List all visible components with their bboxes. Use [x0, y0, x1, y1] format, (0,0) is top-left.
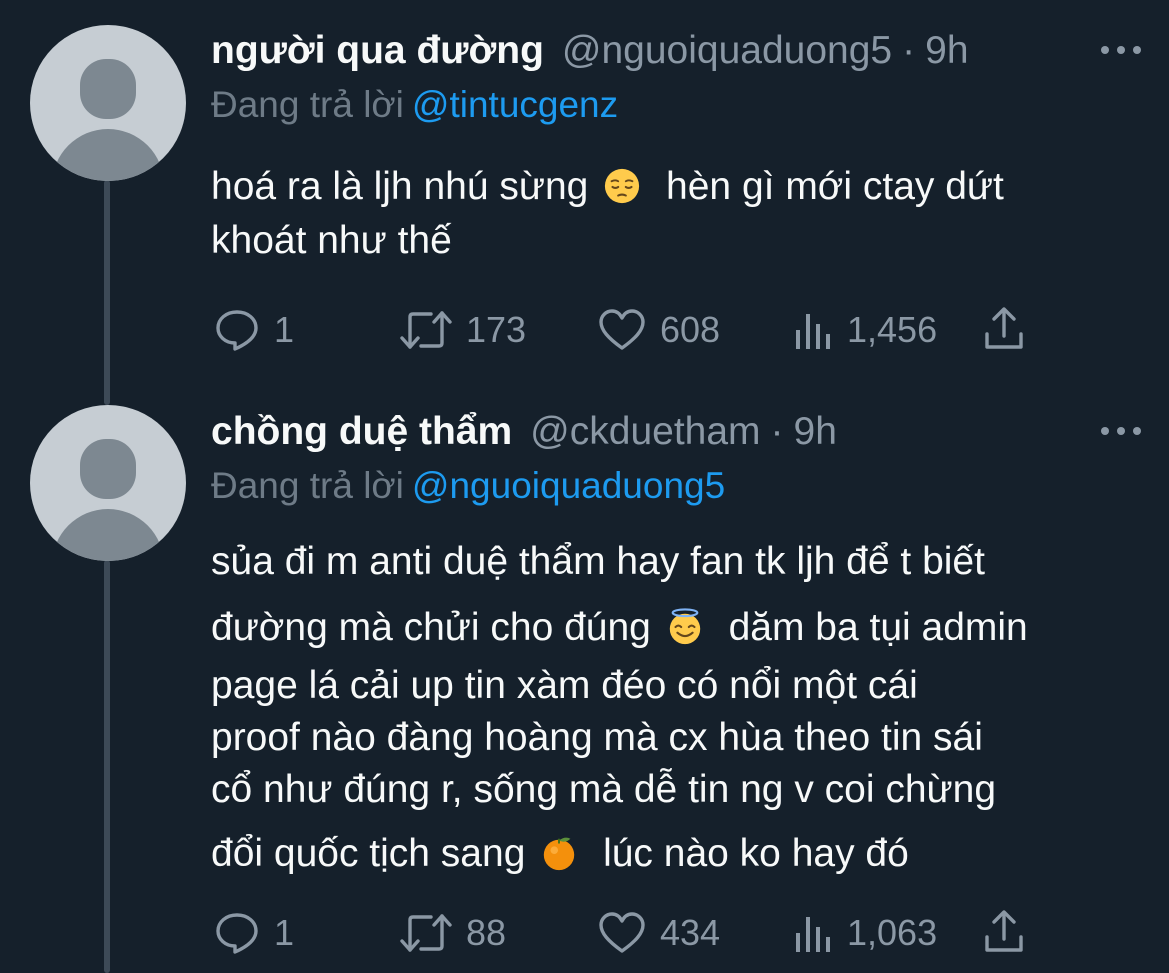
tweet-header: người qua đường @nguoiquaduong5 · 9h — [211, 26, 1141, 76]
tweet-text-line: proof nào đàng hoàng mà cx hùa theo tin … — [211, 716, 983, 759]
mention-link[interactable]: @tintucgenz — [412, 84, 618, 125]
like-count: 434 — [660, 912, 721, 953]
avatar[interactable] — [30, 25, 186, 181]
mention-link[interactable]: @nguoiquaduong5 — [412, 465, 725, 506]
tweet-header: chồng duệ thẩm @ckduetham · 9h — [211, 407, 1141, 457]
user-handle[interactable]: @ckduetham — [530, 407, 760, 457]
retweet-count: 173 — [466, 309, 527, 350]
tweet-text-part: đường mà chửi cho đúng — [211, 606, 651, 649]
share-upload-icon — [985, 307, 1023, 349]
retweet-button[interactable]: 173 — [400, 309, 526, 351]
thread-connector-line — [104, 180, 110, 405]
tweet-text-part: lúc nào ko hay đó — [603, 832, 909, 875]
bar-chart-icon — [796, 314, 830, 349]
more-dots-icon[interactable] — [1101, 421, 1141, 441]
display-name[interactable]: chồng duệ thẩm — [211, 407, 512, 457]
heart-icon — [599, 912, 645, 953]
like-count: 608 — [660, 309, 721, 350]
reply-count: 1 — [274, 309, 295, 350]
bar-chart-icon — [796, 917, 830, 952]
views-count: 1,456 — [847, 309, 938, 350]
tweet-text-part: đổi quốc tịch sang — [211, 832, 526, 875]
retweet-button[interactable]: 88 — [400, 912, 506, 954]
views-button[interactable]: 1,063 — [793, 911, 937, 955]
speech-bubble-icon — [216, 310, 258, 351]
retweet-arrows-icon — [400, 311, 452, 349]
tweet-text-line-with-emoji: đường mà chửi cho đúng dăm ba tụi admin — [211, 601, 1131, 659]
display-name[interactable]: người qua đường — [211, 26, 544, 76]
tweet-2: chồng duệ thẩm @ckduetham · 9h Đang trả … — [211, 407, 1141, 885]
tweet-1: người qua đường @nguoiquaduong5 · 9h Đan… — [211, 26, 1141, 268]
thread-connector-line — [104, 560, 110, 973]
tweet-text-part: khoát như thế — [211, 219, 452, 262]
heart-icon — [599, 309, 645, 350]
like-button[interactable]: 608 — [598, 308, 720, 352]
smiling-face-with-halo-emoji — [669, 608, 700, 645]
tweet-text-part: dăm ba tụi admin — [728, 606, 1028, 649]
replying-to: Đang trả lời @tintucgenz — [211, 80, 1141, 130]
tweet-text-part: hoá ra là ljh nhú sừng — [211, 165, 589, 208]
tweet-text: hoá ra là ljh nhú sừng hèn gì mới ctay d… — [211, 160, 1131, 268]
views-count: 1,063 — [847, 912, 938, 953]
separator-dot: · — [770, 410, 784, 453]
replying-to: Đang trả lời @nguoiquaduong5 — [211, 461, 1141, 511]
reply-button[interactable]: 1 — [214, 911, 294, 955]
user-handle[interactable]: @nguoiquaduong5 — [562, 26, 892, 76]
tweet-text-line-with-emoji: đổi quốc tịch sang lúc nào ko hay đó — [211, 827, 1131, 885]
tweet-text-part: hèn gì mới ctay dứt — [666, 165, 1004, 208]
share-button[interactable] — [983, 909, 1025, 955]
avatar[interactable] — [30, 405, 186, 561]
replying-to-label: Đang trả lời — [211, 84, 404, 125]
replying-to-label: Đang trả lời — [211, 465, 404, 506]
tangerine-emoji — [544, 837, 575, 871]
reply-button[interactable]: 1 — [214, 308, 294, 352]
reply-count: 1 — [274, 912, 295, 953]
tweet-text: sủa đi m anti duệ thẩm hay fan tk ljh để… — [211, 535, 1131, 885]
tweet-text-line: cổ như đúng r, sống mà dễ tin ng v coi c… — [211, 768, 997, 811]
share-button[interactable] — [983, 306, 1025, 352]
avatar-head-silhouette — [80, 59, 136, 119]
avatar-body-silhouette — [52, 129, 164, 181]
tweet-text-line: page lá cải up tin xàm đéo có nổi một cá… — [211, 664, 918, 707]
pensive-face-emoji — [605, 168, 640, 204]
tweet-text-line: sủa đi m anti duệ thẩm hay fan tk ljh để… — [211, 540, 985, 583]
more-dots-icon[interactable] — [1101, 40, 1141, 60]
separator-dot: · — [902, 29, 916, 72]
retweet-arrows-icon — [400, 914, 452, 952]
retweet-count: 88 — [466, 912, 507, 953]
avatar-head-silhouette — [80, 439, 136, 499]
timestamp[interactable]: 9h — [794, 407, 837, 457]
share-upload-icon — [985, 910, 1023, 952]
views-button[interactable]: 1,456 — [793, 308, 937, 352]
speech-bubble-icon — [216, 913, 258, 954]
timestamp[interactable]: 9h — [925, 26, 968, 76]
like-button[interactable]: 434 — [598, 911, 720, 955]
avatar-body-silhouette — [52, 509, 164, 561]
